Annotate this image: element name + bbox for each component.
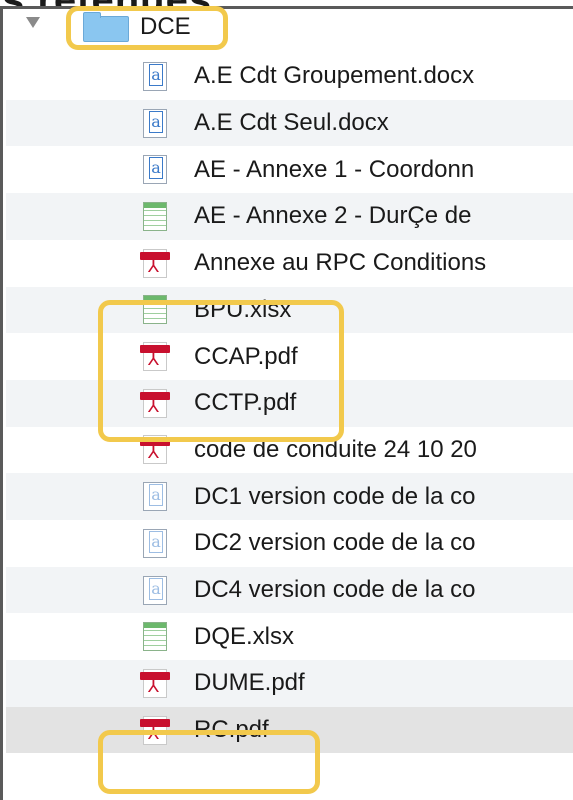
pdf-icon bbox=[140, 435, 170, 465]
file-row[interactable]: A.E Cdt Groupement.docx bbox=[6, 53, 573, 100]
file-name: DQE.xlsx bbox=[194, 622, 295, 650]
file-name: AE - Annexe 2 - DurÇe de bbox=[194, 202, 472, 230]
disclosure-triangle-icon[interactable] bbox=[26, 17, 40, 28]
file-row[interactable]: Annexe au RPC Conditions bbox=[6, 240, 573, 287]
file-row[interactable]: DQE.xlsx bbox=[6, 613, 573, 660]
word-document-icon bbox=[143, 575, 167, 605]
file-name: A.E Cdt Seul.docx bbox=[194, 109, 389, 137]
file-row[interactable]: DC1 version code de la co bbox=[6, 473, 573, 520]
folder-name: DCE bbox=[140, 13, 191, 40]
folder-row[interactable]: DCE bbox=[6, 9, 573, 42]
file-row[interactable]: RC.pdf bbox=[6, 706, 573, 754]
file-row[interactable]: DC2 version code de la co bbox=[6, 520, 573, 567]
file-row[interactable]: DC4 version code de la co bbox=[6, 566, 573, 614]
word-document-icon bbox=[143, 155, 167, 185]
word-document-icon bbox=[143, 528, 167, 558]
file-row[interactable]: AE - Annexe 2 - DurÇe de bbox=[6, 193, 573, 240]
file-name: code de conduite 24 10 20 bbox=[194, 435, 477, 463]
word-document-icon bbox=[143, 482, 167, 512]
pdf-icon bbox=[140, 388, 170, 418]
file-row[interactable]: AE - Annexe 1 - Coordonn bbox=[6, 146, 573, 193]
word-document-icon bbox=[143, 61, 167, 91]
spreadsheet-icon bbox=[143, 622, 167, 652]
file-name: RC.pdf bbox=[194, 716, 269, 744]
file-name: DUME.pdf bbox=[194, 669, 305, 697]
file-row[interactable]: CCTP.pdf bbox=[6, 379, 573, 427]
file-row[interactable]: A.E Cdt Seul.docx bbox=[6, 99, 573, 147]
file-name: BPU.xlsx bbox=[194, 295, 292, 323]
pdf-icon bbox=[140, 342, 170, 372]
file-row[interactable]: CCAP.pdf bbox=[6, 333, 573, 380]
folder-icon bbox=[83, 12, 129, 42]
file-name: DC4 version code de la co bbox=[194, 576, 476, 604]
file-name: CCAP.pdf bbox=[194, 342, 298, 370]
file-name: AE - Annexe 1 - Coordonn bbox=[194, 155, 475, 183]
file-name: DC2 version code de la co bbox=[194, 529, 476, 557]
word-document-icon bbox=[143, 108, 167, 138]
file-row[interactable]: DUME.pdf bbox=[6, 660, 573, 707]
file-row[interactable]: code de conduite 24 10 20 bbox=[6, 427, 573, 474]
file-name: A.E Cdt Groupement.docx bbox=[194, 62, 475, 90]
pdf-icon bbox=[140, 248, 170, 278]
spreadsheet-icon bbox=[143, 295, 167, 325]
finder-list-view: DCE A.E Cdt Groupement.docx A.E Cdt Seul.… bbox=[0, 6, 573, 800]
file-name: CCTP.pdf bbox=[194, 389, 297, 417]
spreadsheet-icon bbox=[143, 201, 167, 231]
file-name: Annexe au RPC Conditions bbox=[194, 249, 487, 277]
file-row[interactable]: BPU.xlsx bbox=[6, 286, 573, 334]
pdf-icon bbox=[140, 668, 170, 698]
file-name: DC1 version code de la co bbox=[194, 482, 476, 510]
pdf-icon bbox=[140, 715, 170, 745]
